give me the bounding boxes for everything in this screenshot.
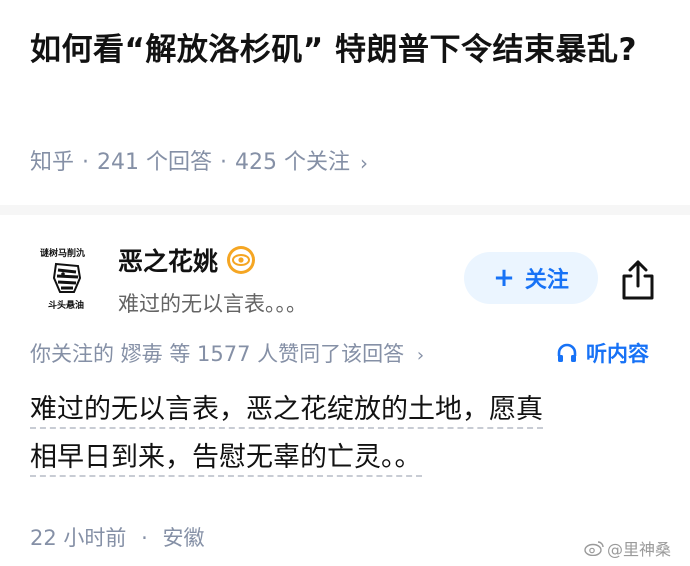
eye-badge-icon (227, 246, 256, 274)
question-header: 如何看“解放洛杉矶” 特朗普下令结束暴乱? (30, 26, 660, 74)
watermark-text: @里神桑 (607, 540, 672, 559)
voters-text: 你关注的 嫪毐 等 1577 人赞同了该回答 (30, 342, 405, 366)
author-name-row: 恶之花姚 (118, 242, 256, 278)
author-name[interactable]: 恶之花姚 (118, 242, 218, 278)
answer-footer-meta: 22 小时前 · 安徽 (30, 522, 204, 552)
answer-content-line: 难过的无以言表，恶之花绽放的土地，愿真 (30, 394, 543, 429)
listen-button[interactable]: 听内容 (556, 338, 649, 368)
avatar-bottom-text: 斗头悬油 (48, 301, 85, 311)
listen-label: 听内容 (586, 342, 649, 366)
question-meta[interactable]: 知乎 · 241 个回答 · 425 个关注 › (30, 148, 368, 178)
voters-summary[interactable]: 你关注的 嫪毐 等 1577 人赞同了该回答 › (30, 338, 424, 368)
weibo-icon (584, 541, 604, 556)
question-title[interactable]: 如何看“解放洛杉矶” 特朗普下令结束暴乱? (30, 26, 660, 74)
question-source: 知乎 (30, 150, 75, 175)
avatar[interactable]: 谜树马削氿 斗头悬油 (30, 240, 102, 314)
answer-content-line: 相早日到来，告慰无辜的亡灵。。 (30, 442, 422, 477)
answer-location: 安徽 (162, 526, 205, 550)
meta-separator: · (82, 150, 90, 175)
chevron-right-icon: › (360, 151, 369, 175)
headphones-icon (557, 343, 577, 362)
meta-separator: · (220, 150, 228, 175)
author-bio: 难过的无以言表。。。 (118, 292, 307, 316)
answer-content[interactable]: 难过的无以言表，恶之花绽放的土地，愿真 相早日到来，告慰无辜的亡灵。。 (30, 386, 650, 482)
zebra-head-icon (52, 262, 82, 293)
follow-label: 关注 (524, 268, 569, 293)
avatar-top-text: 谜树马削氿 (40, 249, 86, 259)
plus-icon: + (493, 263, 515, 293)
watermark: @里神桑 (584, 536, 671, 560)
chevron-right-icon: › (416, 345, 425, 366)
section-divider (0, 205, 690, 215)
author-card: 谜树马削氿 斗头悬油 恶之花姚 难过的无以言表。。。 + 关注 (30, 234, 670, 324)
share-icon[interactable] (618, 258, 658, 302)
answer-time: 22 小时前 (30, 526, 127, 550)
answer-count: 241 个回答 (97, 150, 213, 175)
meta-separator: · (141, 526, 148, 550)
follower-count: 425 个关注 (235, 150, 351, 175)
follow-button[interactable]: + 关注 (464, 252, 598, 304)
